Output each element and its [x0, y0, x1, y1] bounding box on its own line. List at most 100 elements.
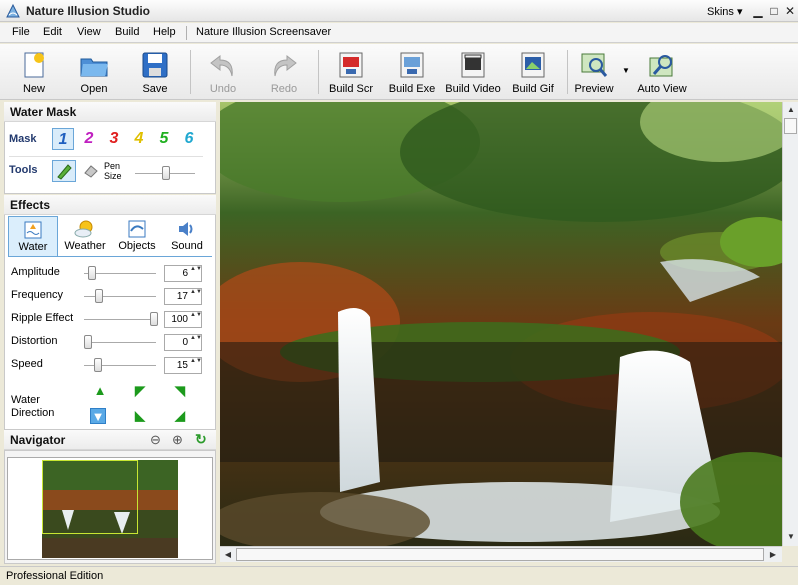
zoom-out-icon[interactable]: ⊖	[150, 432, 161, 448]
toolbar-separator	[190, 50, 191, 94]
param-slider-thumb[interactable]	[95, 289, 104, 303]
floppy-disk-icon	[142, 52, 168, 78]
build-scr-label: Build Scr	[328, 83, 374, 95]
param-spinner[interactable]: 0 ▲▼	[164, 334, 202, 351]
undo-button[interactable]: Undo	[193, 48, 253, 98]
tab-water[interactable]: Water	[8, 216, 58, 256]
tab-weather[interactable]: Weather	[60, 216, 110, 256]
spinner-arrows-icon[interactable]: ▲▼	[190, 335, 202, 350]
water-mask-panel: Mask 1 2 3 4 5 6 Tools Pen Size	[4, 122, 216, 194]
param-slider[interactable]	[84, 319, 156, 321]
open-button[interactable]: Open	[64, 48, 124, 98]
toolbar: New Open Save Undo Redo Build Scr Build …	[0, 44, 798, 100]
param-slider-thumb[interactable]	[150, 312, 158, 326]
redo-button[interactable]: Redo	[254, 48, 314, 98]
water-icon	[24, 221, 42, 239]
param-spinner[interactable]: 17 ▲▼	[164, 288, 202, 305]
redo-arrow-icon	[274, 54, 297, 77]
menu-file[interactable]: File	[12, 26, 30, 38]
navigator-view[interactable]	[7, 457, 213, 560]
vertical-scrollbar[interactable]: ▲ ▼	[782, 102, 798, 546]
spinner-arrows-icon[interactable]: ▲▼	[190, 289, 202, 304]
pen-size-label: Pen Size	[104, 161, 122, 181]
build-video-label: Build Video	[445, 83, 501, 95]
objects-icon	[128, 220, 146, 238]
auto-view-magnifier-icon	[649, 55, 673, 77]
minimize-button[interactable]: ▁	[750, 3, 766, 19]
direction-down-icon[interactable]: ▼	[90, 408, 106, 424]
zoom-in-icon[interactable]: ⊕	[172, 432, 183, 448]
direction-down-left-icon[interactable]: ◣	[132, 408, 148, 424]
scroll-left-icon[interactable]: ◀	[221, 548, 235, 562]
build-exe-button[interactable]: Build Exe	[382, 48, 442, 98]
navigator-title: Navigator	[10, 433, 66, 447]
new-button[interactable]: New	[4, 48, 64, 98]
spinner-arrows-icon[interactable]: ▲▼	[190, 312, 202, 327]
menu-help[interactable]: Help	[153, 26, 176, 38]
new-file-icon	[24, 52, 44, 78]
scroll-up-icon[interactable]: ▲	[784, 103, 798, 117]
waterfall-image[interactable]	[220, 102, 782, 546]
mask-3-button[interactable]: 3	[103, 128, 125, 150]
horizontal-scroll-thumb[interactable]	[236, 548, 764, 561]
save-button[interactable]: Save	[125, 48, 185, 98]
preview-dropdown-icon[interactable]: ▼	[622, 66, 630, 75]
tab-sound-label: Sound	[171, 240, 203, 252]
param-spinner[interactable]: 6 ▲▼	[164, 265, 202, 282]
menu-bar: File Edit View Build Help Nature Illusio…	[0, 23, 798, 43]
param-slider-thumb[interactable]	[87, 266, 96, 280]
direction-up-icon[interactable]: ▲	[92, 383, 108, 399]
preview-button[interactable]: Preview	[564, 48, 624, 98]
tab-underline	[8, 256, 212, 257]
mask-5-button[interactable]: 5	[153, 128, 175, 150]
redo-label: Redo	[270, 83, 298, 95]
build-video-icon	[461, 52, 485, 78]
tab-sound[interactable]: Sound	[162, 216, 212, 256]
menu-screensaver[interactable]: Nature Illusion Screensaver	[196, 26, 331, 38]
horizontal-scrollbar[interactable]: ◀ ▶	[220, 546, 782, 562]
speaker-icon	[179, 222, 193, 236]
menu-build[interactable]: Build	[115, 26, 139, 38]
effects-header: Effects	[4, 195, 216, 215]
mask-4-button[interactable]: 4	[128, 128, 150, 150]
pen-tool-button[interactable]	[52, 160, 76, 182]
build-video-button[interactable]: Build Video	[443, 48, 503, 98]
app-icon	[6, 3, 20, 18]
menu-edit[interactable]: Edit	[43, 26, 62, 38]
param-spinner[interactable]: 15 ▲▼	[164, 357, 202, 374]
direction-up-right-icon[interactable]: ◥	[172, 383, 188, 399]
skins-menu[interactable]: Skins ▾	[707, 5, 742, 18]
navigator-viewport-frame[interactable]	[42, 460, 138, 534]
refresh-icon[interactable]: ↻	[195, 431, 207, 448]
vertical-scroll-thumb[interactable]	[784, 118, 797, 134]
pen-size-slider-thumb[interactable]	[162, 166, 170, 180]
auto-view-button[interactable]: Auto View	[632, 48, 692, 98]
scroll-right-icon[interactable]: ▶	[766, 548, 780, 562]
undo-label: Undo	[209, 83, 237, 95]
build-scr-button[interactable]: Build Scr	[321, 48, 381, 98]
direction-up-left-icon[interactable]: ◤	[132, 383, 148, 399]
menu-view[interactable]: View	[77, 26, 101, 38]
tab-objects[interactable]: Objects	[112, 216, 162, 256]
spinner-arrows-icon[interactable]: ▲▼	[190, 358, 202, 373]
tab-water-label: Water	[18, 241, 48, 253]
direction-down-right-icon[interactable]: ◢	[172, 408, 188, 424]
close-button[interactable]: ✕	[782, 3, 798, 19]
build-gif-button[interactable]: Build Gif	[503, 48, 563, 98]
param-slider-thumb[interactable]	[84, 335, 92, 349]
window-title: Nature Illusion Studio	[26, 4, 151, 18]
mask-6-button[interactable]: 6	[178, 128, 200, 150]
new-label: New	[22, 83, 45, 95]
param-spinner[interactable]: 100 ▲▼	[164, 311, 202, 328]
param-slider-thumb[interactable]	[93, 358, 102, 372]
param-slider[interactable]	[84, 342, 156, 344]
mask-1-button[interactable]: 1	[52, 128, 74, 150]
scroll-down-icon[interactable]: ▼	[784, 530, 798, 544]
eraser-icon[interactable]	[83, 163, 99, 179]
build-exe-label: Build Exe	[388, 83, 436, 95]
param-label: Ripple Effect	[11, 312, 74, 324]
mask-2-button[interactable]: 2	[78, 128, 100, 150]
status-text: Professional Edition	[6, 570, 104, 582]
maximize-button[interactable]: □	[766, 3, 782, 19]
spinner-arrows-icon[interactable]: ▲▼	[190, 266, 202, 281]
